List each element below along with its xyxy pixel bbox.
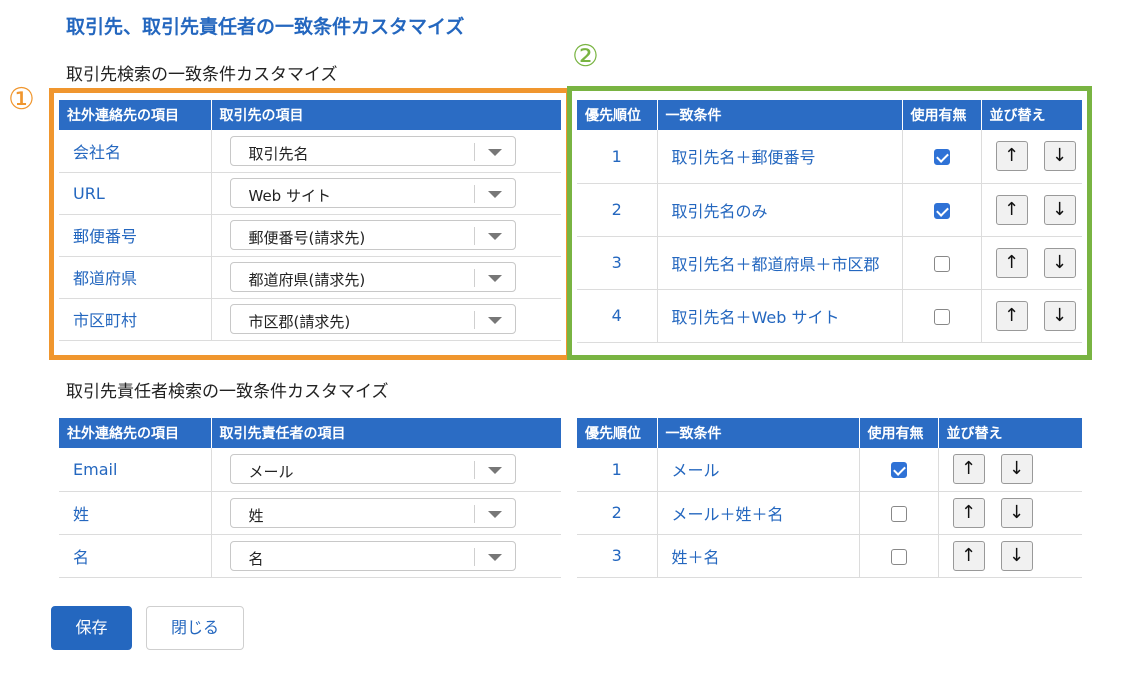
enabled-cell <box>859 448 939 492</box>
table-row: 名名 <box>59 534 561 578</box>
move-up-button[interactable]: ↑ <box>952 497 985 528</box>
header-priority: 優先順位 <box>577 418 658 448</box>
chevron-down-icon <box>487 467 502 475</box>
contact-mapping-table: 社外連絡先の項目 取引先責任者の項目 Email メール姓姓名名 <box>59 418 561 578</box>
enabled-checkbox[interactable] <box>890 462 907 479</box>
table-row: 3 姓＋名 ↑ ↓ <box>577 534 1082 578</box>
external-field-link[interactable]: 姓 <box>59 491 212 535</box>
select-divider <box>473 461 475 480</box>
highlight-frame-two <box>567 86 1092 360</box>
move-down-button[interactable]: ↓ <box>1000 540 1033 571</box>
sort-cell: ↑ ↓ <box>938 534 1082 578</box>
enabled-cell <box>859 491 939 535</box>
external-field-link[interactable]: 名 <box>59 534 212 578</box>
enabled-cell <box>859 534 939 578</box>
table-row: Email メール <box>59 448 561 492</box>
enabled-checkbox[interactable] <box>890 548 907 565</box>
field-select[interactable]: 姓 <box>229 497 516 528</box>
move-down-button[interactable]: ↓ <box>1000 454 1033 485</box>
contact-section-title: 取引先責任者検索の一致条件カスタマイズ <box>66 382 389 402</box>
header-condition: 一致条件 <box>657 418 860 448</box>
account-section-title: 取引先検索の一致条件カスタマイズ <box>66 65 338 85</box>
mapping-cell: 名 <box>211 534 561 578</box>
field-select-value: メール <box>248 463 294 482</box>
condition-link[interactable]: メール＋姓＋名 <box>657 491 860 535</box>
move-up-button[interactable]: ↑ <box>952 540 985 571</box>
chevron-down-icon <box>487 510 502 518</box>
table-row: 1 メール ↑ ↓ <box>577 448 1082 492</box>
page-title: 取引先、取引先責任者の一致条件カスタマイズ <box>66 16 465 38</box>
header-enabled: 使用有無 <box>859 418 939 448</box>
external-field-link[interactable]: Email <box>59 448 212 492</box>
marker-two: ② <box>572 39 599 74</box>
move-up-button[interactable]: ↑ <box>952 454 985 485</box>
table-row: 2 メール＋姓＋名 ↑ ↓ <box>577 491 1082 535</box>
select-divider <box>473 504 475 523</box>
marker-one: ① <box>8 82 35 117</box>
priority-number: 2 <box>577 491 658 535</box>
field-select[interactable]: メール <box>229 454 516 485</box>
sort-cell: ↑ ↓ <box>938 491 1082 535</box>
highlight-frame-one <box>49 88 571 360</box>
sort-cell: ↑ ↓ <box>938 448 1082 492</box>
priority-number: 1 <box>577 448 658 492</box>
chevron-down-icon <box>487 553 502 561</box>
field-select-value: 姓 <box>248 506 264 525</box>
enabled-checkbox[interactable] <box>890 505 907 522</box>
field-select[interactable]: 名 <box>229 540 516 571</box>
field-select-value: 名 <box>248 549 264 568</box>
header-sort: 並び替え <box>938 418 1082 448</box>
table-row: 姓姓 <box>59 491 561 535</box>
mapping-cell: 姓 <box>211 491 561 535</box>
header-contact-field: 取引先責任者の項目 <box>211 418 561 448</box>
header-external-field: 社外連絡先の項目 <box>59 418 212 448</box>
move-down-button[interactable]: ↓ <box>1000 497 1033 528</box>
condition-link[interactable]: 姓＋名 <box>657 534 860 578</box>
select-divider <box>473 547 475 566</box>
contact-condition-table: 優先順位 一致条件 使用有無 並び替え 1 メール ↑ ↓ 2 メール＋姓＋名 ↑ ↓ 3 姓＋名… <box>577 418 1082 578</box>
mapping-cell: メール <box>211 448 561 492</box>
close-button[interactable]: 閉じる <box>146 606 244 650</box>
condition-link[interactable]: メール <box>657 448 860 492</box>
save-button[interactable]: 保存 <box>51 606 132 650</box>
priority-number: 3 <box>577 534 658 578</box>
